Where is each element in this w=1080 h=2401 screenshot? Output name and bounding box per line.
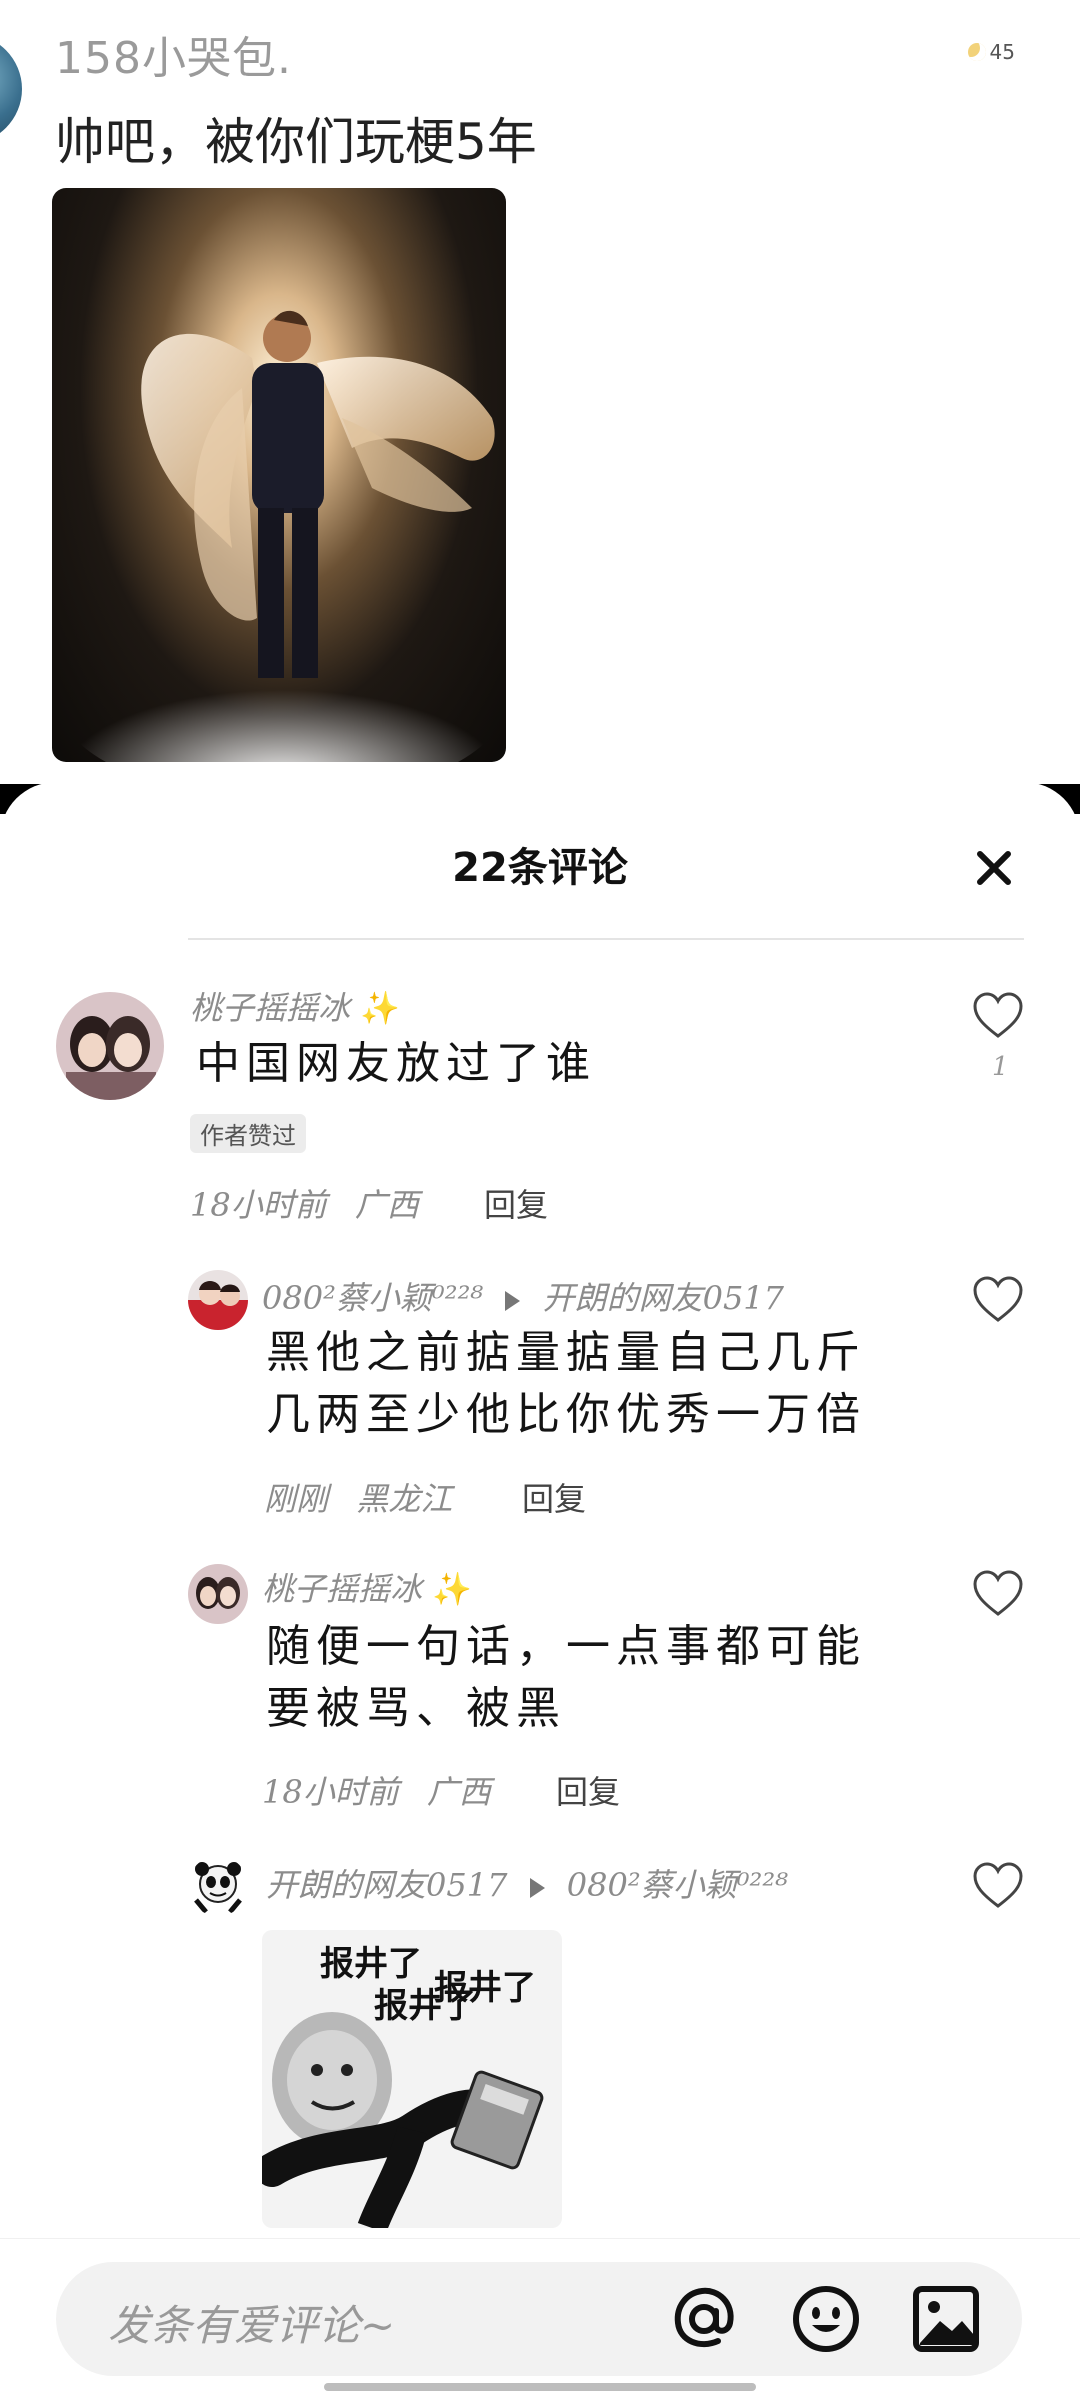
post-title: 帅吧，被你们玩梗5年 [55, 113, 537, 171]
sparkle-icon: ✨ [360, 989, 401, 1027]
header-divider [188, 938, 1024, 940]
comment-meta: 18小时前 广西 [262, 1767, 491, 1813]
status-indicator: 45 [967, 40, 1015, 64]
comment-input-placeholder[interactable]: 发条有爱评论~ [108, 2292, 395, 2353]
comment-time: 18小时前 [262, 1773, 399, 1811]
author-liked-badge: 作者赞过 [190, 1114, 306, 1153]
sparkle-icon: ✨ [432, 1570, 473, 1608]
angel-wings-image [62, 310, 502, 762]
heart-icon[interactable] [972, 1276, 1024, 1324]
comment-text-line: 几两至少他比你优秀一万倍 [266, 1389, 866, 1440]
comment-username[interactable]: 080²蔡小颖⁰²²⁸ 开朗的网友0517 [262, 1273, 784, 1319]
comment-text: 随便一句话，一点事都可能 要被骂、被黑 [266, 1616, 866, 1740]
username-text[interactable]: 桃子摇摇冰 [190, 989, 350, 1027]
comment-text-line: 要被骂、被黑 [266, 1683, 566, 1734]
sticker-caption: 报井了 [374, 1987, 476, 2025]
comment-username[interactable]: 桃子摇摇冰 ✨ [190, 983, 400, 1029]
comment-text: 中国网友放过了谁 [196, 1038, 596, 1089]
post-author-avatar[interactable] [0, 34, 22, 144]
comment-time: 18小时前 [190, 1186, 327, 1224]
reply-button[interactable]: 回复 [522, 1474, 586, 1520]
avatar[interactable] [188, 1270, 248, 1330]
comment-username[interactable]: 桃子摇摇冰 ✨ [262, 1564, 472, 1610]
reply-to-username[interactable]: 080²蔡小颖⁰²²⁸ [567, 1866, 788, 1904]
username-text[interactable]: 080²蔡小颖⁰²²⁸ [262, 1279, 483, 1317]
comment-location: 广西 [354, 1186, 419, 1224]
comment-text: 黑他之前掂量掂量自己几斤 几两至少他比你优秀一万倍 [266, 1322, 866, 1446]
avatar[interactable] [188, 1564, 248, 1624]
image-icon[interactable] [910, 2283, 982, 2355]
username-text[interactable]: 开朗的网友0517 [266, 1866, 507, 1904]
comment-text-line: 随便一句话，一点事都可能 [266, 1621, 866, 1672]
moon-icon [967, 43, 986, 61]
reply-to-username[interactable]: 开朗的网友0517 [543, 1279, 784, 1317]
play-arrow-icon [505, 1290, 521, 1311]
comment-location: 广西 [426, 1773, 491, 1811]
comment-count-title: 22条评论 [452, 845, 628, 891]
sticker-image[interactable]: 报井了 报井了 报井了 [262, 1930, 562, 2228]
comment-username[interactable]: 开朗的网友0517 080²蔡小颖⁰²²⁸ [266, 1860, 788, 1906]
status-number: 45 [989, 40, 1015, 64]
username-text[interactable]: 桃子摇摇冰 [262, 1570, 422, 1608]
emoji-icon[interactable] [790, 2283, 862, 2355]
comment-text-line: 黑他之前掂量掂量自己几斤 [266, 1327, 866, 1378]
comment-meta: 刚刚 黑龙江 [264, 1474, 452, 1520]
reply-button[interactable]: 回复 [556, 1767, 620, 1813]
avatar[interactable] [56, 992, 164, 1100]
heart-icon[interactable] [972, 992, 1024, 1040]
comment-meta: 18小时前 广西 [190, 1180, 419, 1226]
like-count: 1 [992, 1052, 1009, 1082]
comment-time: 刚刚 [264, 1480, 329, 1518]
home-indicator[interactable] [324, 2383, 756, 2391]
heart-icon[interactable] [972, 1570, 1024, 1618]
close-icon[interactable] [968, 842, 1020, 894]
post-background: 158小哭包. 45 帅吧，被你们玩梗5年 [0, 0, 1080, 800]
post-image[interactable] [52, 188, 506, 762]
comment-location: 黑龙江 [356, 1480, 453, 1518]
post-author-name[interactable]: 158小哭包. [55, 22, 292, 86]
play-arrow-icon [529, 1877, 545, 1898]
reply-button[interactable]: 回复 [484, 1180, 548, 1226]
at-icon[interactable] [668, 2283, 740, 2355]
heart-icon[interactable] [972, 1862, 1024, 1910]
avatar[interactable] [188, 1856, 248, 1916]
